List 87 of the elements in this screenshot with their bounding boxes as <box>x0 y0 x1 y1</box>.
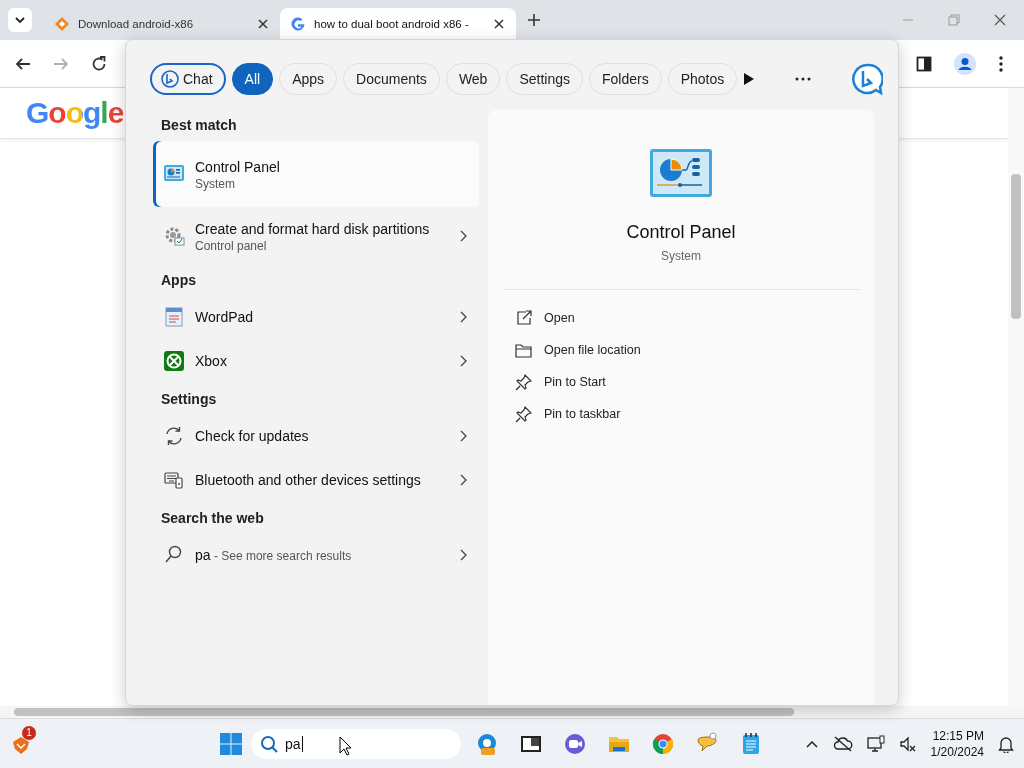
reload-icon[interactable] <box>90 54 108 73</box>
close-icon[interactable] <box>256 17 270 31</box>
tab-search-icon[interactable] <box>8 8 32 32</box>
result-subtitle: System <box>195 177 236 191</box>
result-item[interactable]: Bluetooth and other devices settings <box>153 459 479 501</box>
result-item[interactable]: WordPad <box>153 296 479 338</box>
diamond-favicon <box>54 16 70 32</box>
result-item[interactable]: Create and format hard disk partitions Control panel <box>153 209 479 263</box>
new-tab-icon[interactable] <box>526 12 542 28</box>
result-title: Xbox <box>195 352 228 371</box>
hint-text: - See more search results <box>212 549 352 563</box>
browser-tab[interactable]: Download android-x86 <box>44 8 280 40</box>
result-title: Create and format hard disk partitions <box>195 220 431 239</box>
filter-tab[interactable]: Chat <box>150 63 226 95</box>
pin-icon <box>514 405 532 423</box>
refresh-icon <box>163 425 185 447</box>
app-title: Control Panel <box>626 222 736 243</box>
chat-logo-icon <box>161 70 179 88</box>
filter-tab[interactable]: Apps <box>279 63 338 95</box>
filter-tab[interactable]: Web <box>445 63 501 95</box>
pin-icon <box>514 373 532 391</box>
search-icon <box>259 733 279 754</box>
result-item[interactable]: Check for updates <box>153 415 479 457</box>
result-title: Check for updates <box>195 427 310 446</box>
result-item[interactable]: pa - See more search results <box>153 534 479 576</box>
app-subtitle: System <box>661 249 701 263</box>
action-item[interactable]: Pin to Start <box>488 366 874 398</box>
scrollbar-thumb[interactable] <box>14 708 794 716</box>
section-heading: Apps <box>160 271 197 290</box>
folder-icon <box>514 341 532 359</box>
filter-tab[interactable]: Photos <box>667 63 738 95</box>
volume-muted-icon[interactable] <box>898 734 917 753</box>
video-chat-icon[interactable] <box>563 731 587 756</box>
chat-logo-icon[interactable] <box>851 63 884 95</box>
result-item[interactable]: Control Panel System <box>153 141 479 207</box>
profile-icon[interactable] <box>954 52 976 75</box>
result-subtitle: Control panel <box>195 239 268 253</box>
start-icon[interactable] <box>219 731 243 756</box>
section-heading: Search the web <box>160 509 265 528</box>
close-icon[interactable] <box>492 17 506 31</box>
chevron-right-icon <box>459 311 467 323</box>
section-heading: Best match <box>160 116 238 135</box>
chevron-right-icon <box>459 430 467 442</box>
open-external-icon <box>514 309 532 327</box>
google-favicon <box>290 16 306 32</box>
close-icon[interactable] <box>994 14 1006 26</box>
browser-preview-icon[interactable] <box>475 731 499 756</box>
vertical-scrollbar[interactable] <box>1008 88 1024 706</box>
document-icon <box>163 306 185 328</box>
chevron-right-icon <box>459 474 467 486</box>
control-panel-icon <box>649 148 713 198</box>
taskbar-search-field[interactable]: pa <box>251 728 461 759</box>
result-title: Control Panel <box>195 158 281 177</box>
play-icon[interactable] <box>743 72 756 86</box>
tab-title: Download android-x86 <box>78 18 195 30</box>
mouse-pointer-icon <box>339 736 353 756</box>
result-item[interactable]: Xbox <box>153 340 479 382</box>
filter-tab[interactable]: All <box>231 63 274 95</box>
scrollbar-thumb[interactable] <box>1011 174 1021 319</box>
result-title: Bluetooth and other devices settings <box>195 471 422 490</box>
cloud-offline-icon[interactable] <box>832 735 853 752</box>
xbox-icon <box>163 350 185 372</box>
action-item[interactable]: Open <box>488 302 874 334</box>
gear-icon <box>163 225 185 247</box>
network-icon[interactable] <box>866 734 885 753</box>
browser-tab[interactable]: how to dual boot android x86 - <box>280 8 516 40</box>
action-item[interactable]: Pin to taskbar <box>488 398 874 430</box>
action-item[interactable]: Open file location <box>488 334 874 366</box>
more-icon[interactable] <box>795 77 812 81</box>
clock[interactable]: 12:15 PM 1/20/2024 <box>930 727 984 760</box>
menu-icon[interactable] <box>998 54 1004 73</box>
filter-tab[interactable]: Settings <box>506 63 583 95</box>
keyboard-device-icon <box>163 469 185 491</box>
chevron-right-icon <box>459 230 467 242</box>
chevron-right-icon <box>459 355 467 367</box>
chevron-right-icon <box>459 549 467 561</box>
notification-bell-icon[interactable] <box>998 734 1014 753</box>
query-text: pa <box>195 547 211 563</box>
section-heading: Settings <box>160 390 218 409</box>
horizontal-scrollbar[interactable] <box>0 706 1024 718</box>
filter-tab[interactable]: Folders <box>589 63 662 95</box>
chrome-icon[interactable] <box>651 731 675 756</box>
side-panel-icon[interactable] <box>916 55 932 72</box>
tab-title: how to dual boot android x86 - <box>314 18 470 30</box>
filter-tab[interactable]: Documents <box>343 63 440 95</box>
notification-badge: 1 <box>22 725 36 740</box>
result-title: WordPad <box>195 308 255 327</box>
